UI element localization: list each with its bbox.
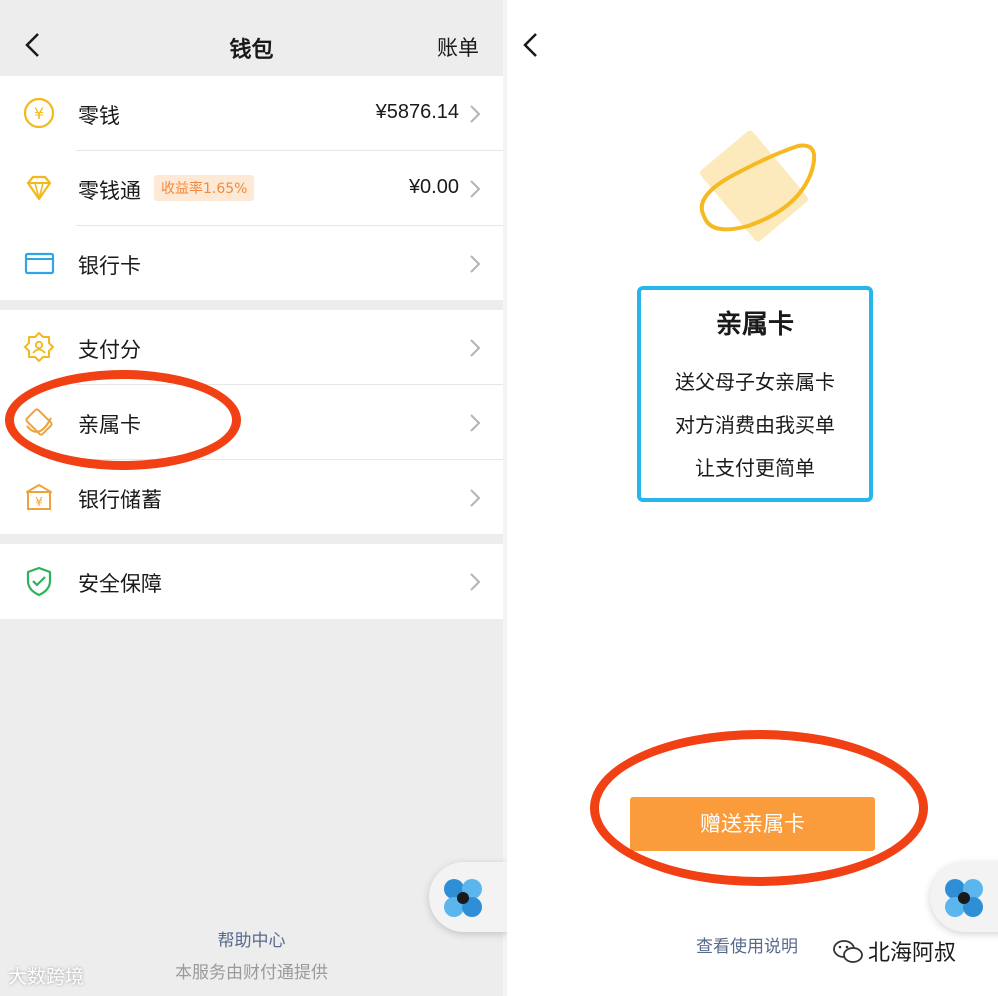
pay-score-badge-icon	[24, 332, 54, 362]
bill-button[interactable]: 账单	[437, 32, 479, 62]
family-card-illustration-icon	[699, 130, 817, 242]
page-title: 钱包	[229, 38, 274, 63]
services-group: 支付分 亲属卡 ¥ 银行储蓄	[0, 310, 503, 534]
usage-instructions-link[interactable]: 查看使用说明	[696, 932, 798, 957]
balance-value: ¥5876.14	[375, 101, 459, 123]
balance-value: ¥0.00	[408, 176, 459, 198]
wallet-item-family-card[interactable]: 亲属卡	[0, 385, 503, 460]
back-arrow-icon[interactable]	[518, 30, 544, 60]
item-label: 零钱通	[78, 179, 141, 203]
info-line: 对方消费由我买单	[675, 413, 835, 437]
info-line: 让支付更简单	[695, 456, 815, 480]
item-label: 零钱	[78, 104, 120, 128]
help-center-link[interactable]: 帮助中心	[0, 926, 503, 951]
gift-family-card-button[interactable]: 赠送亲属卡	[630, 797, 875, 851]
svg-text:¥: ¥	[35, 495, 43, 509]
item-label: 支付分	[78, 338, 141, 362]
bank-building-icon: ¥	[26, 484, 52, 510]
watermark-text: 大数跨境	[8, 966, 85, 988]
wallet-item-change[interactable]: ¥ 零钱 ¥5876.14	[0, 76, 503, 151]
diamond-icon	[26, 175, 52, 201]
bank-card-icon	[24, 252, 55, 275]
chevron-right-icon	[470, 339, 481, 357]
info-line: 送父母子女亲属卡	[675, 370, 835, 394]
wallet-item-bank-savings[interactable]: ¥ 银行储蓄	[0, 460, 503, 535]
wallet-panel: 钱包 账单 ¥ 零钱 ¥5876.14 零钱通 收益率1.65% ¥0.00 银…	[0, 0, 503, 996]
chevron-right-icon	[470, 414, 481, 432]
watermark-text: 北海阿叔	[868, 941, 957, 966]
item-label: 亲属卡	[78, 413, 141, 437]
chevron-right-icon	[470, 255, 481, 273]
floating-window-button[interactable]	[930, 862, 998, 932]
item-label: 银行储蓄	[78, 488, 162, 512]
wechat-logo-icon	[833, 940, 863, 963]
item-label: 安全保障	[78, 572, 162, 596]
chevron-right-icon	[470, 180, 481, 198]
shield-check-icon	[26, 566, 52, 597]
chevron-right-icon	[470, 489, 481, 507]
wallet-item-security[interactable]: 安全保障	[0, 544, 503, 619]
family-card-title: 亲属卡	[715, 310, 794, 340]
wallet-navbar: 钱包 账单	[0, 0, 503, 76]
family-card-icon	[25, 408, 53, 436]
svg-text:¥: ¥	[34, 104, 44, 123]
wallet-item-pay-score[interactable]: 支付分	[0, 310, 503, 385]
floating-ball-icon	[945, 879, 983, 917]
wallet-item-bank-card[interactable]: 银行卡	[0, 226, 503, 301]
floating-ball-icon	[444, 879, 482, 917]
balance-group: ¥ 零钱 ¥5876.14 零钱通 收益率1.65% ¥0.00 银行卡	[0, 76, 503, 300]
chevron-right-icon	[470, 573, 481, 591]
family-card-info-box: 亲属卡 送父母子女亲属卡 对方消费由我买单 让支付更简单	[637, 286, 873, 502]
item-label: 银行卡	[78, 254, 141, 278]
wallet-item-licaitong[interactable]: 零钱通 收益率1.65% ¥0.00	[0, 151, 503, 226]
yuan-coin-icon: ¥	[23, 97, 55, 129]
chevron-right-icon	[470, 105, 481, 123]
yield-rate-badge: 收益率1.65%	[154, 175, 255, 201]
security-group: 安全保障	[0, 544, 503, 619]
floating-window-button[interactable]	[429, 862, 509, 932]
